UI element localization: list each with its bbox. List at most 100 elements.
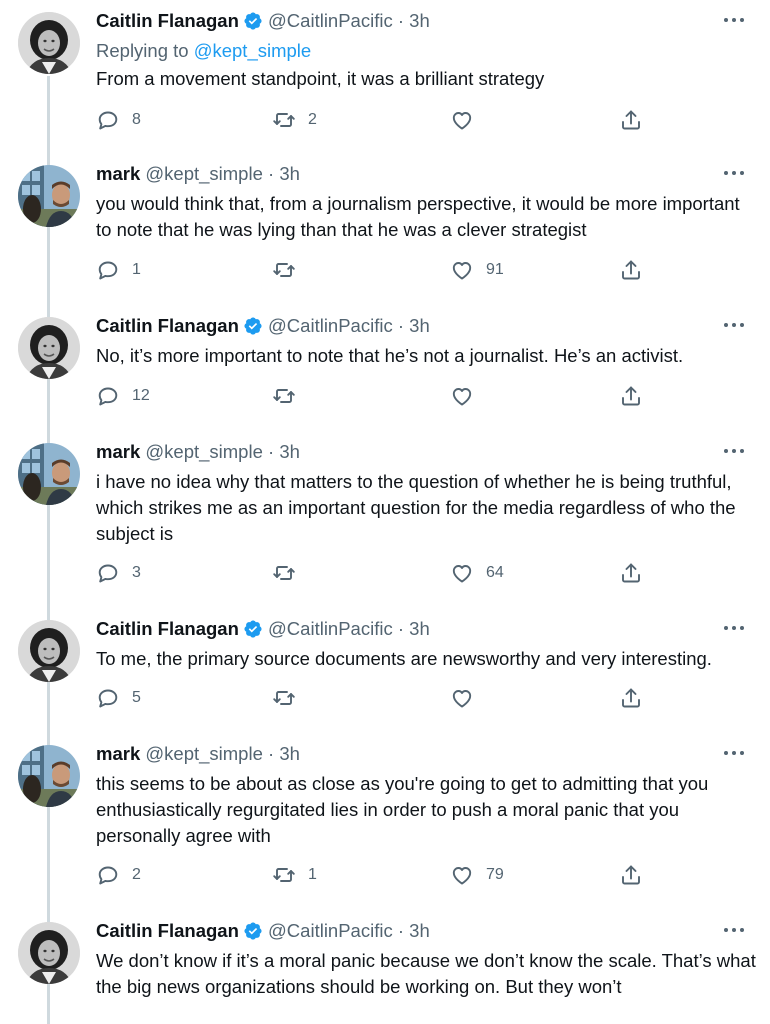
tweet-timestamp[interactable]: · 3h <box>398 618 430 639</box>
author-handle[interactable]: @kept_simple <box>145 163 263 184</box>
author-name[interactable]: Caitlin Flanagan <box>96 10 239 31</box>
reply-button[interactable]: 2 <box>96 863 141 887</box>
like-button[interactable]: 91 <box>450 258 504 282</box>
share-button[interactable] <box>619 258 643 282</box>
author-handle[interactable]: @CaitlinPacific <box>268 618 393 639</box>
share-icon <box>619 258 643 282</box>
tweet-actions: 3 64 <box>0 561 770 585</box>
like-button[interactable] <box>450 686 486 710</box>
reply-button[interactable]: 8 <box>96 108 141 132</box>
reply-button[interactable]: 5 <box>96 686 141 710</box>
retweet-button[interactable] <box>272 258 308 282</box>
tweet-text: this seems to be about as close as you'r… <box>96 773 709 846</box>
tweet[interactable]: mark @kept_simple · 3h this seems to be … <box>0 733 770 910</box>
more-options-icon[interactable] <box>722 745 746 761</box>
share-button[interactable] <box>619 686 643 710</box>
avatar[interactable] <box>18 12 80 74</box>
author-name[interactable]: mark <box>96 441 140 462</box>
tweet[interactable]: Caitlin Flanagan @CaitlinPacific · 3h To… <box>0 608 770 733</box>
share-button[interactable] <box>619 108 643 132</box>
retweet-button[interactable]: 1 <box>272 863 317 887</box>
share-icon <box>619 108 643 132</box>
author-handle[interactable]: @kept_simple <box>145 441 263 462</box>
reply-button[interactable]: 1 <box>96 258 141 282</box>
avatar[interactable] <box>18 317 80 379</box>
author-handle[interactable]: @kept_simple <box>145 743 263 764</box>
tweet-header: mark @kept_simple · 3h <box>96 441 300 463</box>
more-options-icon[interactable] <box>722 443 746 459</box>
heart-icon <box>450 561 474 585</box>
tweet-timestamp[interactable]: · 3h <box>398 315 430 336</box>
tweet-actions: 12 <box>0 384 770 408</box>
tweet-header: Caitlin Flanagan @CaitlinPacific · 3h <box>96 10 430 32</box>
author-name[interactable]: Caitlin Flanagan <box>96 315 239 336</box>
author-name[interactable]: mark <box>96 743 140 764</box>
share-icon <box>619 863 643 887</box>
more-options-icon[interactable] <box>722 317 746 333</box>
retweet-button[interactable]: 2 <box>272 108 317 132</box>
tweet-timestamp[interactable]: · 3h <box>268 163 300 184</box>
avatar[interactable] <box>18 620 80 682</box>
replying-to: Replying to @kept_simple <box>96 40 311 62</box>
author-name[interactable]: mark <box>96 163 140 184</box>
tweet-timestamp[interactable]: · 3h <box>398 920 430 941</box>
reply-count: 2 <box>132 866 141 883</box>
like-button[interactable] <box>450 108 486 132</box>
reply-icon <box>96 384 120 408</box>
like-count: 79 <box>486 866 504 883</box>
tweet-timestamp[interactable]: · 3h <box>268 441 300 462</box>
retweet-button[interactable] <box>272 384 308 408</box>
more-options-icon[interactable] <box>722 165 746 181</box>
tweet[interactable]: Caitlin Flanagan @CaitlinPacific · 3h No… <box>0 305 770 431</box>
author-name[interactable]: Caitlin Flanagan <box>96 920 239 941</box>
reply-count: 1 <box>132 261 141 278</box>
like-button[interactable] <box>450 384 486 408</box>
verified-badge-icon <box>243 619 263 639</box>
replying-to-link[interactable]: @kept_simple <box>194 40 312 61</box>
tweet-header: mark @kept_simple · 3h <box>96 163 300 185</box>
tweet-text: No, it’s more important to note that he’… <box>96 345 684 366</box>
share-button[interactable] <box>619 863 643 887</box>
tweet[interactable]: mark @kept_simple · 3h you would think t… <box>0 153 770 305</box>
author-name[interactable]: Caitlin Flanagan <box>96 618 239 639</box>
author-handle[interactable]: @CaitlinPacific <box>268 315 393 336</box>
like-count: 91 <box>486 261 504 278</box>
tweet[interactable]: Caitlin Flanagan @CaitlinPacific · 3h Re… <box>0 0 770 153</box>
avatar[interactable] <box>18 922 80 984</box>
author-handle[interactable]: @CaitlinPacific <box>268 920 393 941</box>
retweet-icon <box>272 561 296 585</box>
reply-icon <box>96 561 120 585</box>
tweet-actions: 2 1 79 <box>0 863 770 887</box>
share-icon <box>619 561 643 585</box>
tweet-header: Caitlin Flanagan @CaitlinPacific · 3h <box>96 920 430 942</box>
retweet-button[interactable] <box>272 561 308 585</box>
tweet-header: Caitlin Flanagan @CaitlinPacific · 3h <box>96 618 430 640</box>
more-options-icon[interactable] <box>722 620 746 636</box>
more-options-icon[interactable] <box>722 12 746 28</box>
avatar[interactable] <box>18 745 80 807</box>
tweet-header: Caitlin Flanagan @CaitlinPacific · 3h <box>96 315 430 337</box>
tweet-text: i have no idea why that matters to the q… <box>96 471 736 544</box>
avatar[interactable] <box>18 443 80 505</box>
tweet-actions: 5 <box>0 686 770 710</box>
reply-count: 3 <box>132 564 141 581</box>
tweet-actions: 1 91 <box>0 258 770 282</box>
replying-to-label: Replying to <box>96 40 189 61</box>
share-button[interactable] <box>619 384 643 408</box>
reply-button[interactable]: 3 <box>96 561 141 585</box>
share-button[interactable] <box>619 561 643 585</box>
tweet[interactable]: mark @kept_simple · 3h i have no idea wh… <box>0 431 770 608</box>
avatar[interactable] <box>18 165 80 227</box>
retweet-button[interactable] <box>272 686 308 710</box>
like-count: 64 <box>486 564 504 581</box>
tweet[interactable]: Caitlin Flanagan @CaitlinPacific · 3h We… <box>0 910 770 1024</box>
tweet-actions: 8 2 <box>0 108 770 132</box>
tweet-timestamp[interactable]: · 3h <box>268 743 300 764</box>
like-button[interactable]: 64 <box>450 561 504 585</box>
tweet-timestamp[interactable]: · 3h <box>398 10 430 31</box>
like-button[interactable]: 79 <box>450 863 504 887</box>
more-options-icon[interactable] <box>722 922 746 938</box>
author-handle[interactable]: @CaitlinPacific <box>268 10 393 31</box>
retweet-count: 1 <box>308 866 317 883</box>
reply-button[interactable]: 12 <box>96 384 150 408</box>
